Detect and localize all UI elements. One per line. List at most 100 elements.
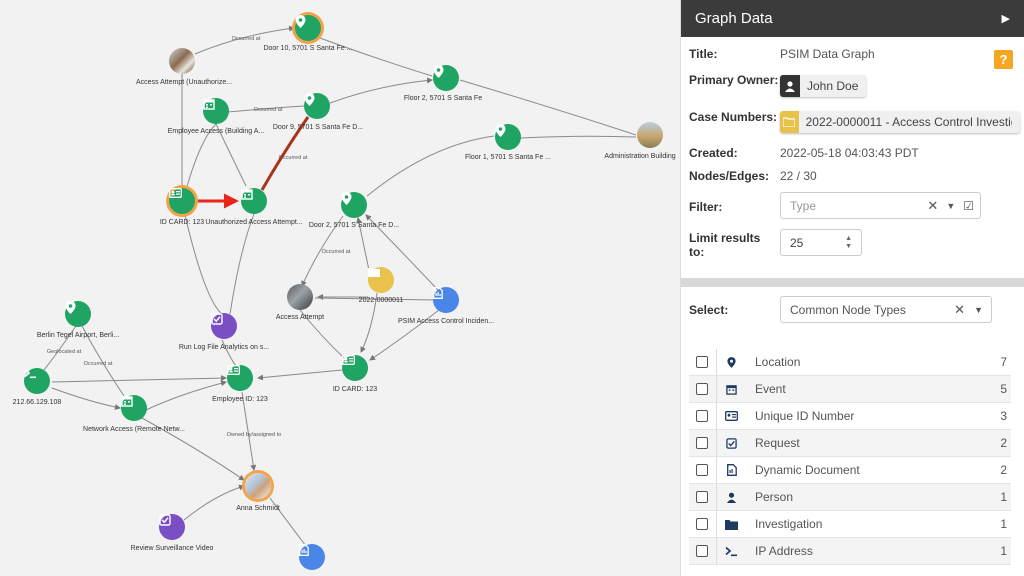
graph-node-admin-bldg[interactable] [637,122,663,148]
folder-icon [716,510,746,538]
graph-node-employee-id[interactable] [227,365,253,391]
limit-stepper[interactable]: 25 ▲ ▼ [780,229,862,256]
node-type-count: 1 [1000,544,1007,558]
graph-node-ip[interactable] [24,368,50,394]
graph-node-doc-bottom[interactable] [299,544,325,570]
graph-node-review[interactable] [159,514,185,540]
graph-node-door9[interactable] [304,93,330,119]
stepper-arrows-icon[interactable]: ▲ ▼ [845,235,852,251]
node-type-count: 2 [1000,436,1007,450]
node-type-name: Request [755,436,800,450]
node-type-checkbox[interactable] [696,464,708,476]
node-type-row[interactable]: Request 2 [689,429,1011,457]
graph-node-label: Employee ID: 123 [212,396,268,403]
chevron-down-icon[interactable]: ▼ [946,201,955,211]
graph-data-panel: Graph Data ▶ Title: PSIM Data Graph ? Pr… [680,0,1024,576]
graph-node-anna[interactable] [245,473,271,499]
pin-icon [716,348,746,376]
node-type-row[interactable]: Person 1 [689,483,1011,511]
person-icon [780,75,800,97]
graph-node-door2[interactable] [341,192,367,218]
filter-input[interactable]: Type ✕ ▼ ☑ [780,192,981,219]
node-type-count: 1 [1000,517,1007,531]
collapse-arrow-icon[interactable]: ▶ [1002,12,1010,25]
clear-icon[interactable]: ✕ [927,198,938,214]
node-type-checkbox[interactable] [696,545,708,557]
edge-label: Occurred at [278,155,308,161]
owner-chip[interactable]: John Doe [780,75,867,97]
node-type-checkbox[interactable] [696,410,708,422]
graph-node-access-unauth[interactable] [169,48,195,74]
node-type-row[interactable]: Event 5 [689,375,1011,403]
node-type-checkbox[interactable] [696,491,708,503]
edge-label: Owned by/assigned to [226,432,282,438]
help-button[interactable]: ? [994,50,1013,69]
calendar-icon [716,375,746,403]
nodes-edges-row: Nodes/Edges: 22 / 30 [689,169,817,183]
graph-node-label: Floor 1, 5701 S Santa Fe ... [465,154,551,161]
graph-node-idcard-mid[interactable] [342,355,368,381]
graph-node-label: Employee Access (Building A... [167,128,265,135]
title-label: Title: [689,47,718,61]
owner-name: John Doe [807,79,859,93]
nodes-edges-value: 22 / 30 [780,169,817,183]
node-type-checkbox[interactable] [696,518,708,530]
node-type-row[interactable]: IP Address 1 [689,537,1011,565]
graph-edges [43,25,637,547]
edge-label: Occurred at [321,249,351,255]
graph-node-idcard-top[interactable] [169,188,195,214]
graph-node-psim-doc[interactable] [433,287,459,313]
node-type-select[interactable]: Common Node Types ✕ ▼ [780,296,992,323]
node-type-count: 1 [1000,490,1007,504]
graph-node-label: 2022-0000011 [358,297,404,304]
id-card-icon [716,402,746,430]
graph-node-emp-access[interactable] [203,98,229,124]
edge-label: Occurred at [231,36,261,42]
chevron-down-icon[interactable]: ▼ [974,305,983,315]
title-row: Title: PSIM Data Graph [689,47,875,61]
node-type-name: Investigation [755,517,823,531]
graph-node-label: Run Log File Analytics on s... [178,344,270,351]
clear-icon[interactable]: ✕ [954,302,965,318]
graph-node-label: Access Attempt [275,314,325,321]
node-type-row[interactable]: Location 7 [689,348,1011,376]
limit-value: 25 [790,235,804,250]
graph-node-label: 212.66.129.108 [12,399,62,406]
filter-label: Filter: [689,200,723,214]
graph-node-unauth-access[interactable] [241,188,267,214]
graph-node-net-access[interactable] [121,395,147,421]
graph-node-label: Floor 2, 5701 S Santa Fe [403,95,483,102]
graph-node-label: Door 2, 5701 S Santa Fe D... [308,222,400,229]
case-chip[interactable]: 2022-0000011 - Access Control Investig..… [780,111,1020,133]
graph-node-floor2[interactable] [433,65,459,91]
graph-node-case-folder[interactable] [368,267,394,293]
graph-node-floor1[interactable] [495,124,521,150]
section-divider [681,278,1024,287]
node-type-checkbox[interactable] [696,437,708,449]
node-type-row[interactable]: Unique ID Number 3 [689,402,1011,430]
node-type-row[interactable]: Investigation 1 [689,510,1011,538]
created-label: Created: [689,146,738,160]
filter-placeholder: Type [790,198,817,213]
node-type-count: 3 [1000,409,1007,423]
select-label: Select: [689,303,729,317]
case-label: Case Numbers: [689,110,778,124]
node-type-row[interactable]: Dynamic Document 2 [689,456,1011,484]
graph-node-label: PSIM Access Control Inciden... [397,318,495,325]
created-value: 2022-05-18 04:03:43 PDT [780,146,919,160]
node-type-checkbox[interactable] [696,383,708,395]
graph-canvas[interactable]: Door 10, 5701 S Santa Fe ... Access Attem… [0,0,680,576]
node-type-count: 2 [1000,463,1007,477]
graph-node-label: Berlin Tegel Airport, Berli... [36,332,120,339]
node-type-checkbox[interactable] [696,356,708,368]
graph-node-berlin[interactable] [65,301,91,327]
node-type-name: Event [755,382,786,396]
graph-node-access-attempt[interactable] [287,284,313,310]
node-type-name: Person [755,490,794,504]
limit-label-line2: to: [689,245,705,259]
node-type-name: Location [755,355,801,369]
graph-node-door10[interactable] [295,15,321,41]
graph-node-run-log[interactable] [211,313,237,339]
checkbox-icon[interactable]: ☑ [963,199,974,213]
case-value: 2022-0000011 - Access Control Investig..… [805,115,1012,129]
